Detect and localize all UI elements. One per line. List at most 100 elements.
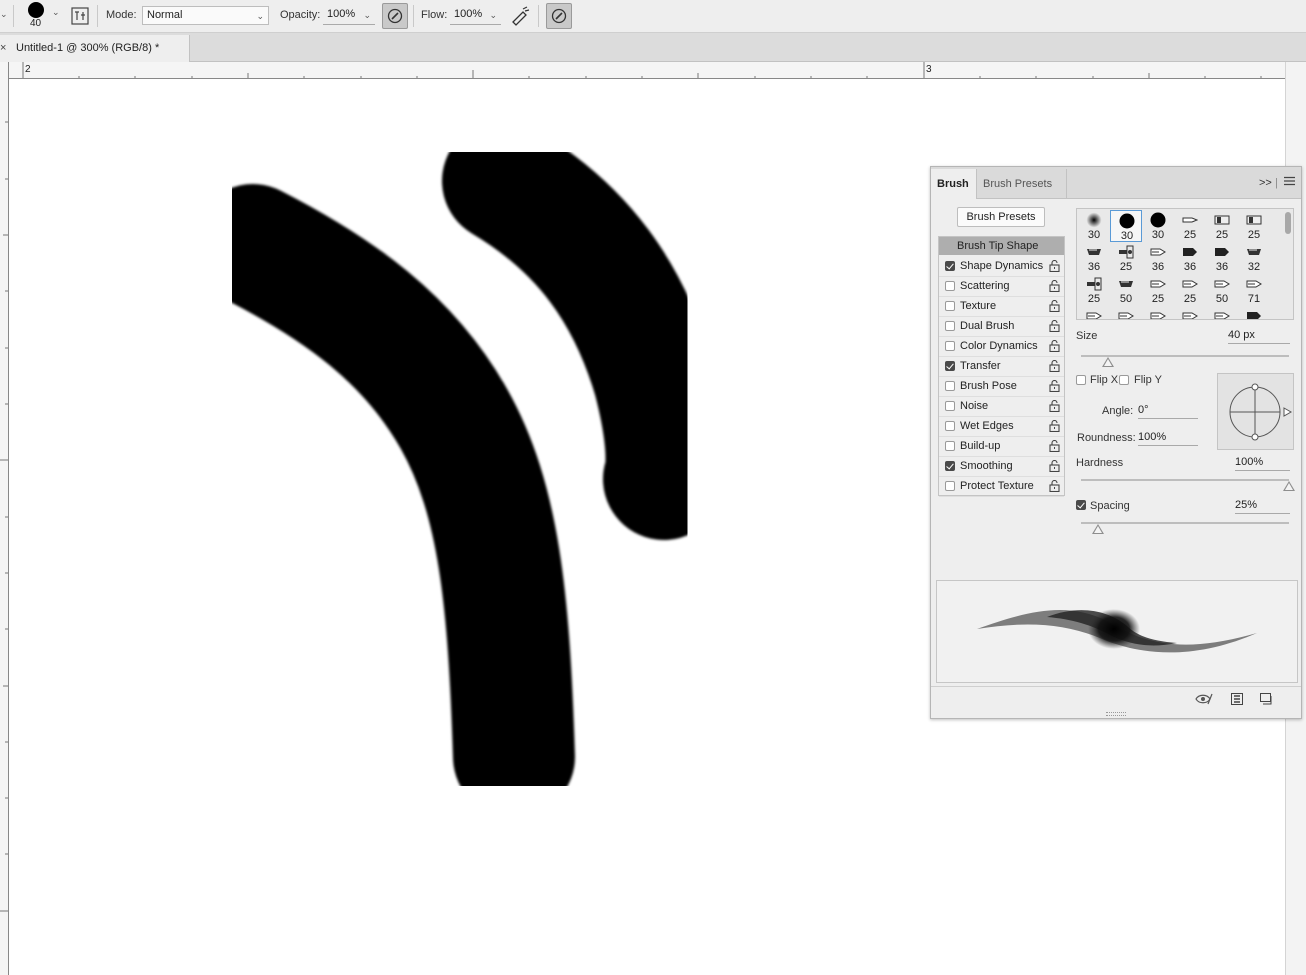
brush-tip-cell[interactable]: 71 bbox=[1238, 274, 1270, 306]
option-checkbox[interactable] bbox=[945, 401, 955, 411]
option-checkbox[interactable] bbox=[945, 441, 955, 451]
mode-select[interactable]: Normal ⌄ bbox=[142, 6, 269, 25]
brush-option-item[interactable]: Transfer bbox=[939, 357, 1064, 377]
brush-option-item[interactable]: Shape Dynamics bbox=[939, 257, 1064, 277]
hardness-slider-thumb[interactable] bbox=[1283, 481, 1295, 491]
tab-brush-presets[interactable]: Brush Presets bbox=[977, 169, 1067, 199]
option-checkbox[interactable] bbox=[945, 281, 955, 291]
collapse-panel-icon[interactable]: >> bbox=[1259, 177, 1272, 189]
lock-icon[interactable] bbox=[1049, 359, 1060, 375]
tab-brush[interactable]: Brush bbox=[931, 169, 977, 199]
brush-tip-cell[interactable]: 25 bbox=[1206, 210, 1238, 242]
spacing-slider-thumb[interactable] bbox=[1091, 524, 1104, 534]
lock-icon[interactable] bbox=[1049, 419, 1060, 435]
brush-option-item[interactable]: Noise bbox=[939, 397, 1064, 417]
brush-tip-cell[interactable]: 25 bbox=[1174, 210, 1206, 242]
lock-icon[interactable] bbox=[1049, 399, 1060, 415]
brush-tip-cell[interactable]: 50 bbox=[1206, 274, 1238, 306]
angle-input[interactable]: 0° bbox=[1138, 404, 1198, 419]
brush-tip-cell[interactable] bbox=[1142, 306, 1174, 319]
lock-icon[interactable] bbox=[1049, 439, 1060, 455]
flip-y-checkbox[interactable] bbox=[1119, 375, 1129, 385]
hardness-input[interactable]: 100% bbox=[1235, 456, 1290, 471]
spacing-slider[interactable] bbox=[1081, 522, 1289, 524]
brush-tip-cell[interactable]: 32 bbox=[1238, 242, 1270, 274]
brush-option-item[interactable]: Wet Edges bbox=[939, 417, 1064, 437]
bristle-tip-icon bbox=[1182, 308, 1198, 319]
pressure-opacity-button[interactable] bbox=[382, 3, 408, 29]
brush-tip-cell[interactable]: 36 bbox=[1142, 242, 1174, 274]
hardness-slider[interactable] bbox=[1081, 479, 1289, 481]
brush-tip-cell[interactable]: 50 bbox=[1110, 274, 1142, 306]
brush-option-item[interactable]: Protect Texture bbox=[939, 477, 1064, 497]
roundness-input[interactable]: 100% bbox=[1138, 431, 1198, 446]
brush-tip-shape-item[interactable]: Brush Tip Shape bbox=[939, 237, 1064, 255]
option-checkbox[interactable] bbox=[945, 381, 955, 391]
lock-icon[interactable] bbox=[1049, 259, 1060, 275]
option-checkbox[interactable] bbox=[945, 341, 955, 351]
brush-tip-cell[interactable]: 36 bbox=[1206, 242, 1238, 274]
option-checkbox[interactable] bbox=[945, 301, 955, 311]
opacity-input[interactable]: 100% ⌄ bbox=[323, 6, 375, 25]
lock-icon[interactable] bbox=[1049, 379, 1060, 395]
brush-settings-toggle-icon[interactable] bbox=[70, 6, 90, 26]
document-tab[interactable]: × Untitled-1 @ 300% (RGB/8) * bbox=[0, 35, 190, 62]
lock-icon[interactable] bbox=[1049, 459, 1060, 475]
brush-tip-cell[interactable]: 30 bbox=[1078, 210, 1110, 242]
lock-icon[interactable] bbox=[1049, 299, 1060, 315]
grid-icon[interactable] bbox=[1231, 693, 1243, 708]
brush-option-item[interactable]: Texture bbox=[939, 297, 1064, 317]
brush-tip-cell[interactable]: 25 bbox=[1078, 274, 1110, 306]
option-checkbox[interactable] bbox=[945, 261, 955, 271]
brush-picker[interactable]: 40 ⌄ bbox=[24, 1, 64, 31]
brush-option-item[interactable]: Scattering bbox=[939, 277, 1064, 297]
brush-tip-cell[interactable]: 25 bbox=[1238, 210, 1270, 242]
flip-x-checkbox[interactable] bbox=[1076, 375, 1086, 385]
brush-tip-cell[interactable]: 36 bbox=[1078, 242, 1110, 274]
brush-option-item[interactable]: Dual Brush bbox=[939, 317, 1064, 337]
close-icon[interactable]: × bbox=[0, 42, 6, 54]
spacing-input[interactable]: 25% bbox=[1235, 499, 1290, 514]
brush-tip-cell[interactable] bbox=[1078, 306, 1110, 319]
brush-option-item[interactable]: Color Dynamics bbox=[939, 337, 1064, 357]
resize-grip[interactable] bbox=[1106, 712, 1126, 716]
brush-option-item[interactable]: Brush Pose bbox=[939, 377, 1064, 397]
brush-tip-cell[interactable] bbox=[1206, 306, 1238, 319]
option-checkbox[interactable] bbox=[945, 461, 955, 471]
brush-tip-cell[interactable]: 36 bbox=[1174, 242, 1206, 274]
brush-tip-size: 36 bbox=[1087, 261, 1101, 273]
brush-tip-cell[interactable] bbox=[1110, 306, 1142, 319]
brush-presets-button[interactable]: Brush Presets bbox=[957, 207, 1045, 227]
option-checkbox[interactable] bbox=[945, 321, 955, 331]
airbrush-icon[interactable] bbox=[509, 5, 531, 27]
eye-icon[interactable] bbox=[1195, 693, 1213, 708]
lock-icon[interactable] bbox=[1049, 339, 1060, 355]
brush-tip-cell[interactable]: 30 bbox=[1142, 210, 1174, 242]
flow-input[interactable]: 100% ⌄ bbox=[450, 6, 501, 25]
angle-roundness-widget[interactable] bbox=[1217, 373, 1294, 450]
option-checkbox[interactable] bbox=[945, 421, 955, 431]
lock-icon[interactable] bbox=[1049, 279, 1060, 295]
brush-option-item[interactable]: Smoothing bbox=[939, 457, 1064, 477]
brush-option-item[interactable]: Build-up bbox=[939, 437, 1064, 457]
brush-tip-cell[interactable] bbox=[1174, 306, 1206, 319]
option-checkbox[interactable] bbox=[945, 481, 955, 491]
brush-tip-cell[interactable]: 25 bbox=[1110, 242, 1142, 274]
collapse-caret-icon[interactable]: ⌄ bbox=[0, 9, 8, 20]
size-input[interactable]: 40 px bbox=[1228, 329, 1290, 344]
brush-tip-cell[interactable]: 30 bbox=[1110, 210, 1142, 242]
lock-icon[interactable] bbox=[1049, 479, 1060, 495]
option-checkbox[interactable] bbox=[945, 361, 955, 371]
size-slider-thumb[interactable] bbox=[1102, 357, 1115, 367]
new-preset-icon[interactable] bbox=[1260, 693, 1272, 708]
brush-tip-cell[interactable] bbox=[1238, 306, 1270, 319]
pressure-size-button[interactable] bbox=[546, 3, 572, 29]
brush-tip-cell[interactable]: 25 bbox=[1174, 274, 1206, 306]
lock-icon[interactable] bbox=[1049, 319, 1060, 335]
scroll-thumb[interactable] bbox=[1285, 212, 1291, 234]
option-label: Noise bbox=[960, 400, 989, 412]
brush-tip-cell[interactable]: 25 bbox=[1142, 274, 1174, 306]
tip-grid-scrollbar[interactable] bbox=[1283, 210, 1293, 318]
spacing-checkbox[interactable] bbox=[1076, 500, 1086, 510]
panel-menu-icon[interactable] bbox=[1284, 176, 1295, 189]
